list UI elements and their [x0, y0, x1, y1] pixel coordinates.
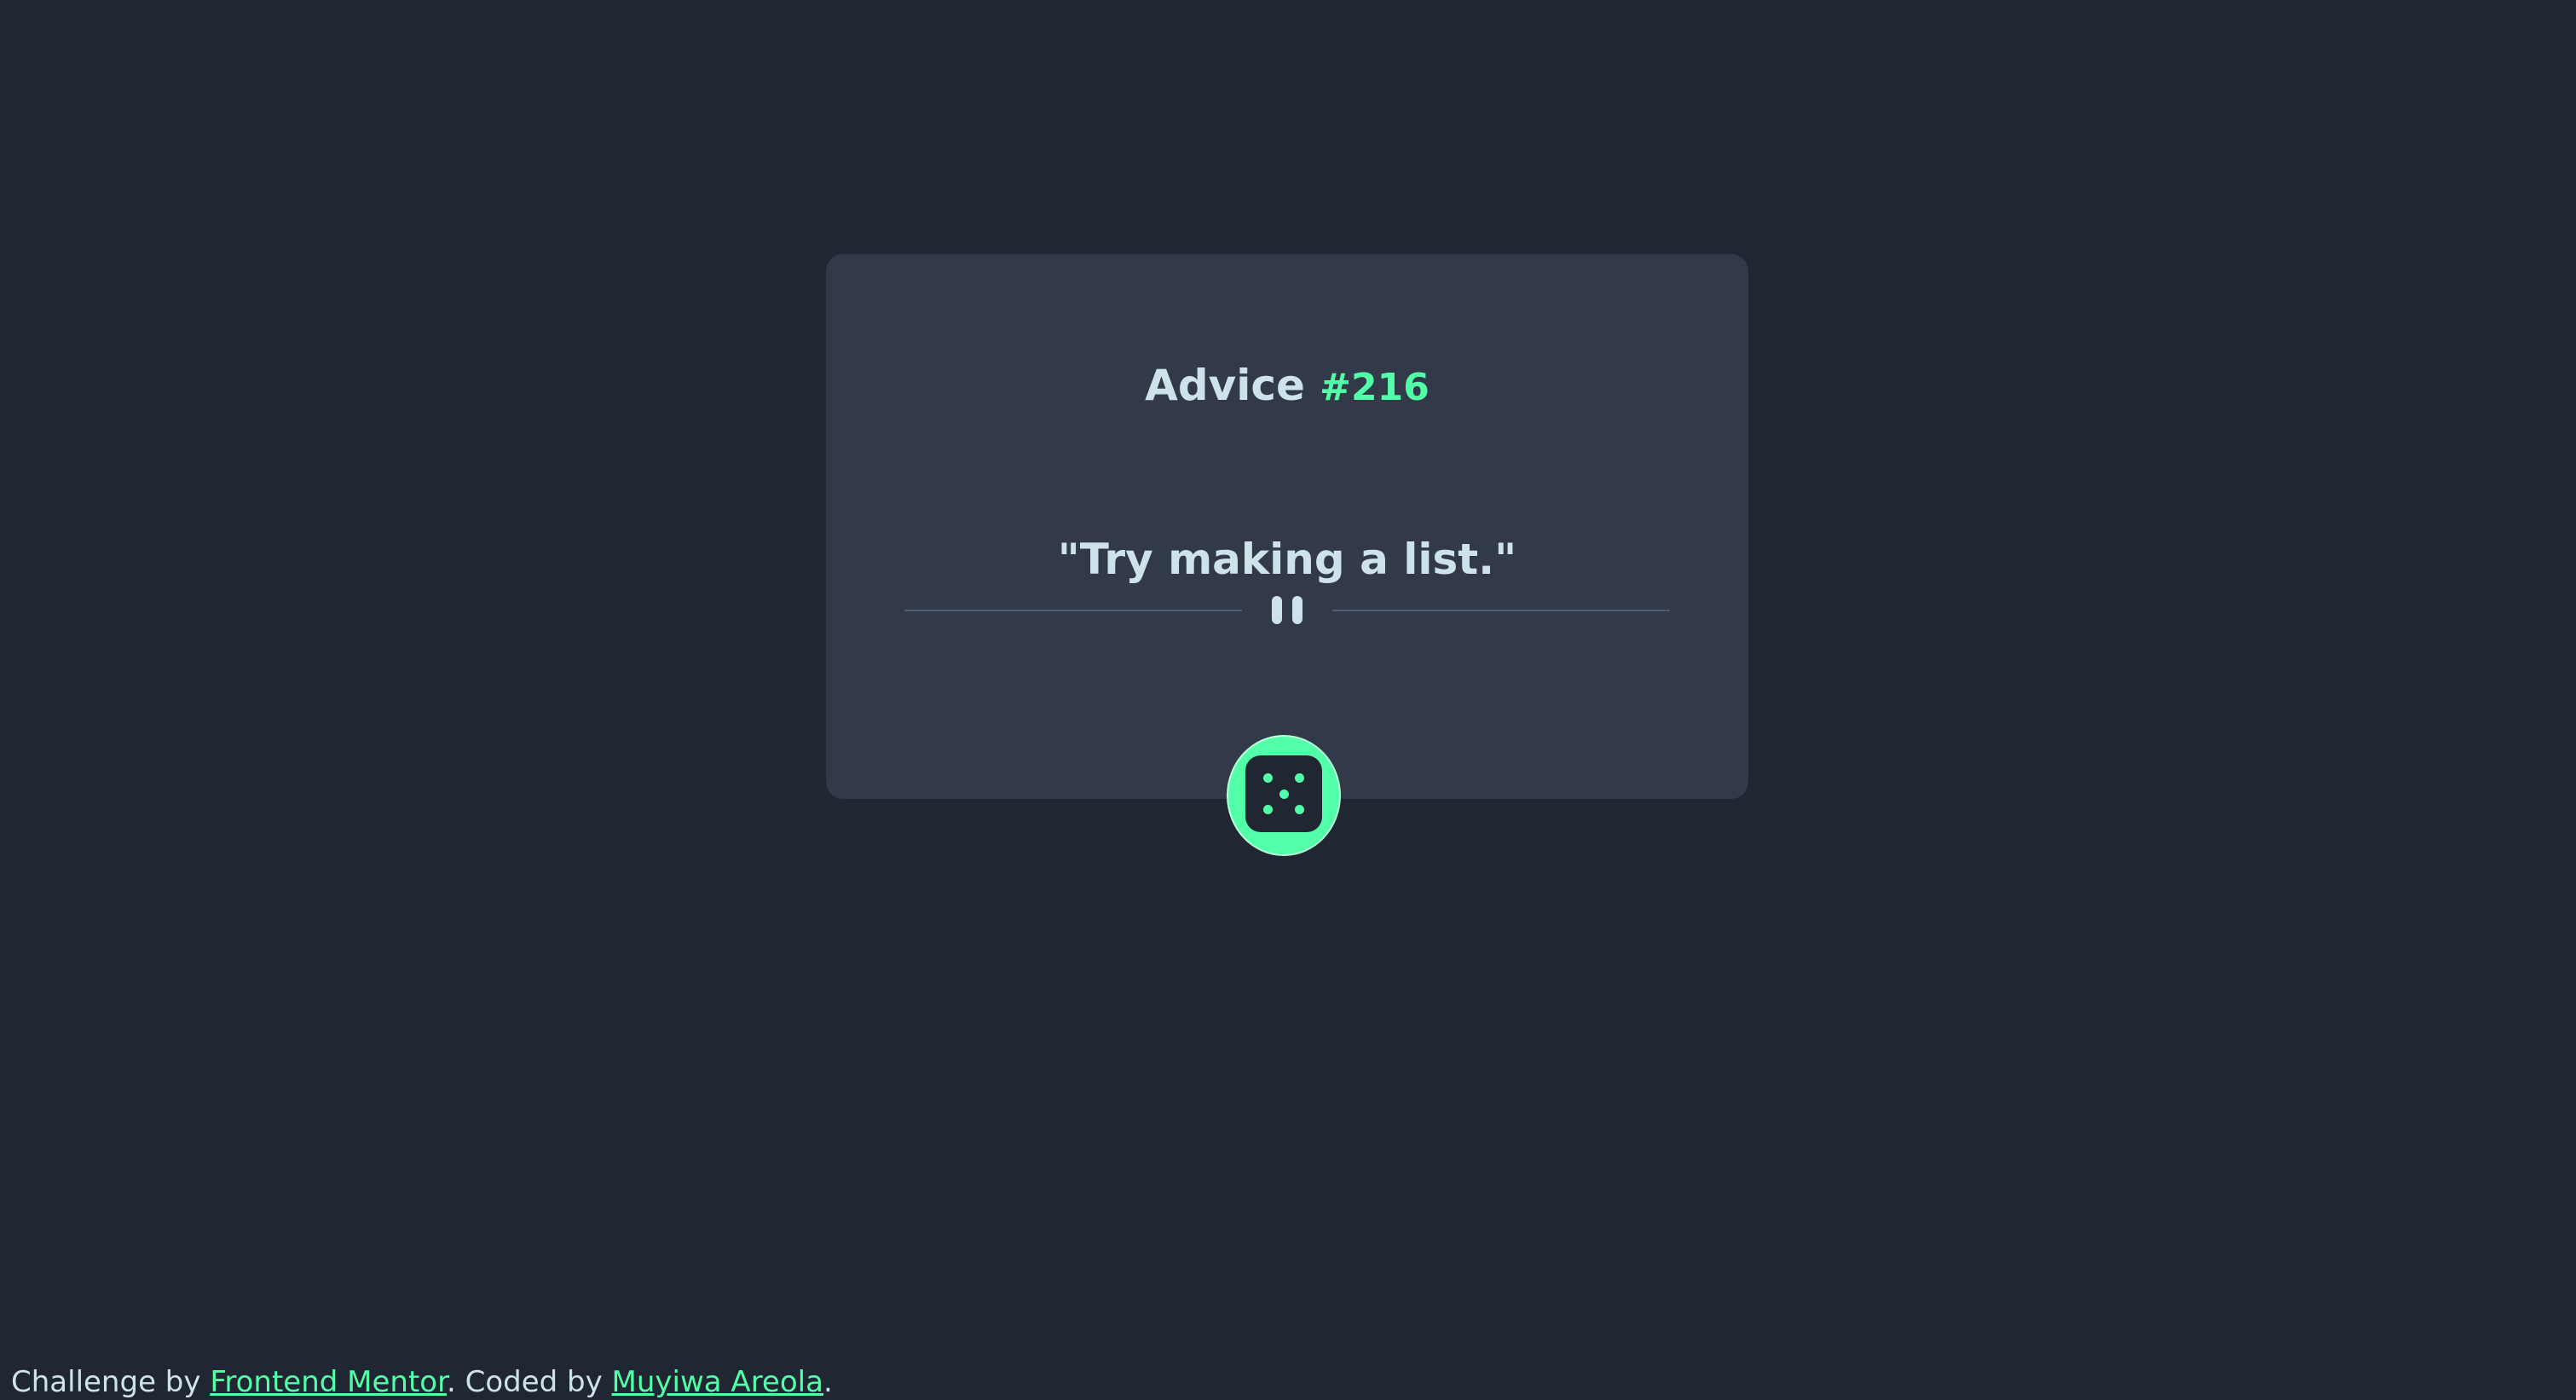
advice-label: Advice: [1145, 361, 1305, 411]
quote-divider: [904, 593, 1670, 628]
advice-quote: "Try making a list.": [1057, 535, 1517, 584]
advice-number: #216: [1320, 366, 1430, 410]
dice-pip: [1279, 790, 1289, 799]
pause-bar-left: [1272, 596, 1282, 624]
dice-pip: [1295, 773, 1304, 783]
dice-pip: [1295, 805, 1304, 814]
pause-bar-right: [1292, 596, 1302, 624]
frontend-mentor-link[interactable]: Frontend Mentor: [210, 1365, 447, 1399]
dice-pip: [1263, 805, 1273, 814]
dice-pip: [1263, 773, 1273, 783]
author-link[interactable]: Muyiwa Areola: [612, 1365, 823, 1399]
advice-card: Advice #216 "Try making a list.": [826, 254, 1748, 799]
attribution-suffix: .: [823, 1365, 833, 1400]
dice-five-icon: [1245, 755, 1322, 832]
attribution: Challenge by Frontend Mentor. Coded by M…: [11, 1365, 833, 1400]
divider-line-left: [904, 610, 1242, 611]
divider-line-right: [1332, 610, 1670, 611]
attribution-prefix: Challenge by: [11, 1365, 201, 1400]
generate-advice-button[interactable]: [1227, 735, 1341, 856]
advice-heading: Advice #216: [826, 364, 1748, 407]
pause-icon: [1269, 593, 1305, 628]
attribution-middle: . Coded by: [446, 1365, 603, 1400]
